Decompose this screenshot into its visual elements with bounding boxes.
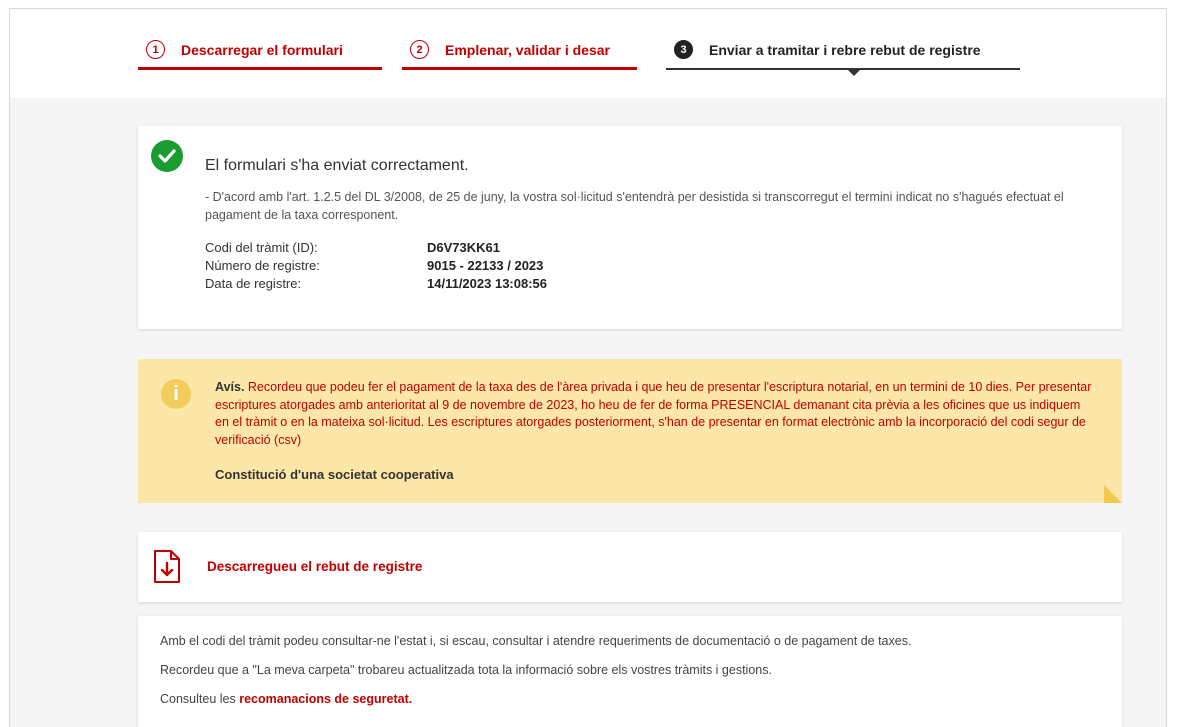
info-icon: i	[161, 379, 191, 409]
warning-panel: i Avís. Recordeu que podeu fer el pagame…	[138, 359, 1122, 503]
info-line-1: Amb el codi del tràmit podeu consultar-n…	[160, 634, 912, 648]
step-label: Descarregar el formulari	[181, 42, 343, 58]
info-line-3-prefix: Consulteu les	[160, 692, 236, 706]
warning-message: Avís. Recordeu que podeu fer el pagament…	[215, 379, 1095, 449]
field-registry-number: Número de registre: 9015 - 22133 / 2023	[205, 258, 543, 273]
success-title: El formulari s'ha enviat correctament.	[205, 157, 469, 174]
step-underline	[402, 67, 637, 70]
check-circle-icon	[151, 140, 183, 172]
step-number-1: 1	[146, 40, 165, 59]
field-registry-date: Data de registre: 14/11/2023 13:08:56	[205, 276, 547, 291]
field-label: Número de registre:	[205, 258, 320, 273]
step-label: Emplenar, validar i desar	[445, 42, 610, 58]
field-label: Data de registre:	[205, 276, 302, 291]
step-send-receipt[interactable]: 3 Enviar a tramitar i rebre rebut de reg…	[666, 39, 1020, 79]
step-fill-validate[interactable]: 2 Emplenar, validar i desar	[402, 39, 637, 79]
success-note: - D'acord amb l'art. 1.2.5 del DL 3/2008…	[205, 190, 1064, 222]
warning-lead: Avís.	[215, 380, 245, 394]
download-receipt-panel[interactable]: Descarregueu el rebut de registre	[138, 532, 1122, 602]
success-panel: El formulari s'ha enviat correctament. -…	[138, 126, 1122, 329]
security-recommendations-link[interactable]: recomanacions de seguretat.	[239, 692, 412, 706]
steps-bar: 1 Descarregar el formulari 2 Emplenar, v…	[10, 9, 1166, 98]
field-label: Codi del tràmit (ID):	[205, 240, 318, 255]
info-line-2: Recordeu que a "La meva carpeta" trobare…	[160, 663, 772, 677]
step-number-2: 2	[410, 40, 429, 59]
field-value: 14/11/2023 13:08:56	[427, 276, 547, 291]
step-download-form[interactable]: 1 Descarregar el formulari	[138, 39, 382, 79]
page-frame: 1 Descarregar el formulari 2 Emplenar, v…	[9, 8, 1167, 727]
info-line-3: Consulteu les recomanacions de seguretat…	[160, 692, 412, 706]
field-procedure-id: Codi del tràmit (ID): D6V73KK61	[205, 240, 500, 255]
step-underline	[666, 68, 1020, 70]
warning-text: Recordeu que podeu fer el pagament de la…	[215, 380, 1092, 447]
step-number-3: 3	[674, 40, 693, 59]
step-label: Enviar a tramitar i rebre rebut de regis…	[709, 42, 981, 58]
active-step-caret-icon	[848, 70, 860, 76]
field-value: D6V73KK61	[427, 240, 500, 255]
corner-fold	[1104, 485, 1122, 503]
step-underline	[138, 67, 382, 70]
download-receipt-link[interactable]: Descarregueu el rebut de registre	[207, 559, 422, 574]
field-value: 9015 - 22133 / 2023	[427, 258, 544, 273]
warning-subject: Constitució d'una societat cooperativa	[215, 467, 454, 482]
download-file-icon[interactable]	[152, 549, 182, 585]
info-panel: Amb el codi del tràmit podeu consultar-n…	[138, 616, 1122, 727]
